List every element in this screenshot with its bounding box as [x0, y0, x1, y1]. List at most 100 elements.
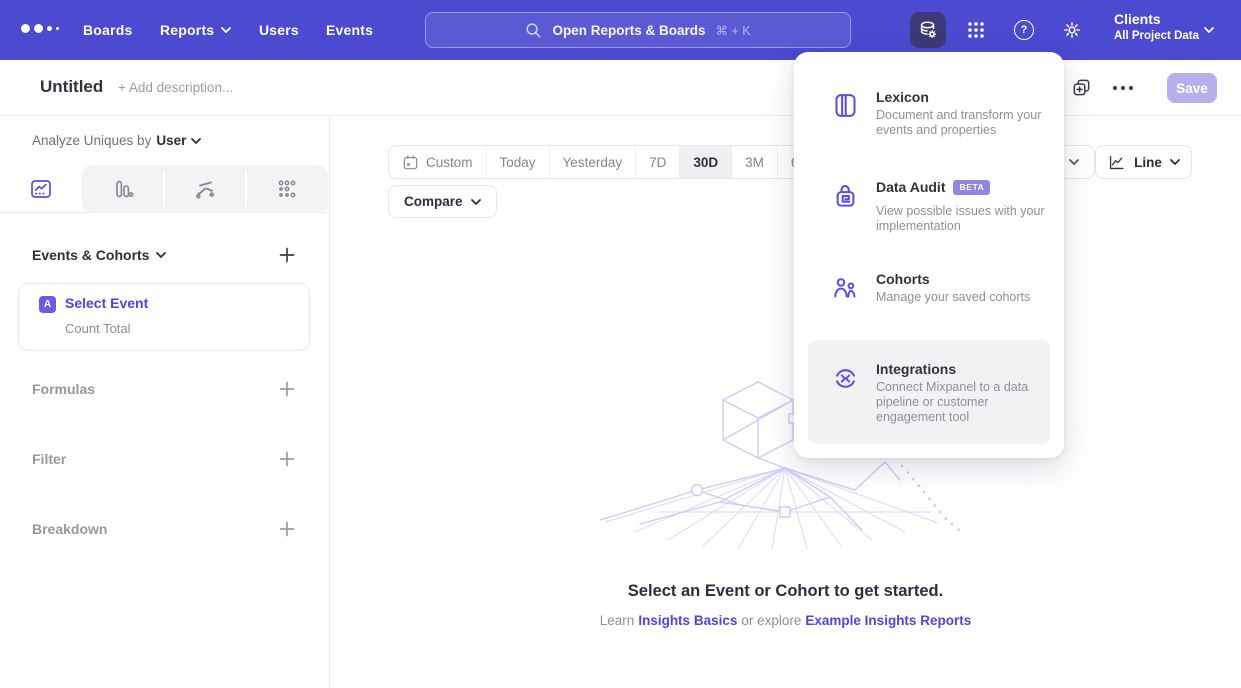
- report-title[interactable]: Untitled: [40, 77, 103, 97]
- or-explore-text: or explore: [741, 613, 801, 628]
- compare-label: Compare: [404, 194, 463, 209]
- calendar-icon: [402, 154, 419, 171]
- help-button[interactable]: ?: [1006, 12, 1042, 48]
- nav-item-reports[interactable]: Reports: [160, 0, 231, 60]
- breakdown-section-label: Breakdown: [32, 521, 107, 537]
- events-cohorts-header[interactable]: Events & Cohorts: [32, 247, 166, 263]
- chevron-down-icon: [1170, 159, 1180, 165]
- date-range-7d[interactable]: 7D: [636, 146, 680, 178]
- date-range-today[interactable]: Today: [487, 146, 550, 178]
- report-canvas: Custom Today Yesterday 7D 30D 3M 6M Comp…: [330, 116, 1241, 688]
- formulas-section-label: Formulas: [32, 381, 95, 397]
- nav-item-boards[interactable]: Boards: [83, 0, 132, 60]
- database-gear-icon: [917, 19, 939, 41]
- chevron-down-icon: [1069, 159, 1079, 165]
- ellipsis-icon: [1121, 86, 1125, 90]
- copy-plus-icon: [1071, 77, 1092, 98]
- nav-item-label: Boards: [83, 0, 132, 60]
- tab-retention[interactable]: [246, 165, 328, 213]
- chevron-down-icon: [471, 199, 481, 205]
- search-icon: [525, 22, 542, 39]
- ellipsis-icon: [1113, 86, 1117, 90]
- date-range-label: Custom: [426, 155, 473, 170]
- book-icon: [832, 92, 859, 119]
- plus-icon: [278, 520, 296, 538]
- date-range-label: 7D: [649, 155, 666, 170]
- event-series-badge: A: [39, 296, 56, 313]
- example-reports-link[interactable]: Example Insights Reports: [805, 613, 971, 628]
- add-description-field[interactable]: + Add description...: [118, 80, 233, 95]
- org-name: Clients: [1114, 11, 1199, 27]
- chevron-down-icon[interactable]: [1204, 27, 1214, 33]
- analyze-value: User: [156, 133, 186, 148]
- nav-item-events[interactable]: Events: [326, 0, 373, 60]
- global-search-input[interactable]: Open Reports & Boards ⌘ + K: [425, 12, 851, 48]
- add-formula-button[interactable]: [278, 380, 296, 398]
- gear-icon: [1061, 19, 1083, 41]
- add-filter-button[interactable]: [278, 450, 296, 468]
- add-breakdown-button[interactable]: [278, 520, 296, 538]
- menu-item-title: Data Audit BETA: [876, 179, 990, 195]
- insights-basics-link[interactable]: Insights Basics: [638, 613, 737, 628]
- tab-insights-selected[interactable]: [0, 165, 82, 213]
- menu-item-description: Manage your saved cohorts: [876, 290, 1058, 305]
- add-event-button[interactable]: [278, 246, 296, 264]
- date-range-custom[interactable]: Custom: [389, 146, 487, 178]
- dot-grid-icon: [276, 178, 298, 200]
- date-range-label: 3M: [745, 155, 764, 170]
- tab-flows[interactable]: [164, 165, 245, 213]
- settings-button[interactable]: [1054, 12, 1090, 48]
- menu-item-title: Integrations: [876, 361, 956, 377]
- select-event-card[interactable]: A Select Event Count Total: [18, 283, 310, 351]
- audit-lock-icon: [832, 182, 859, 209]
- line-chart-icon: [1107, 153, 1126, 172]
- events-cohorts-label: Events & Cohorts: [32, 247, 149, 263]
- menu-item-title: Cohorts: [876, 271, 930, 287]
- more-options-button[interactable]: [1113, 86, 1133, 90]
- line-chart-box-icon: [29, 177, 53, 201]
- apps-grid-button[interactable]: [958, 12, 994, 48]
- people-icon: [832, 274, 859, 301]
- query-sidebar: Analyze Uniques by User: [0, 116, 330, 688]
- bar-chart-icon: [111, 177, 135, 201]
- duplicate-button[interactable]: [1071, 77, 1092, 103]
- date-range-label: Yesterday: [563, 155, 623, 170]
- compare-button[interactable]: Compare: [388, 185, 497, 218]
- tab-bar-chart[interactable]: [82, 165, 164, 213]
- ellipsis-icon: [1129, 86, 1133, 90]
- count-total-label[interactable]: Count Total: [65, 321, 131, 336]
- save-button[interactable]: Save: [1167, 73, 1217, 103]
- empty-state-subtext: Learn Insights Basics or explore Example…: [330, 613, 1241, 628]
- plus-icon: [278, 450, 296, 468]
- question-circle-icon: ?: [1014, 20, 1034, 40]
- search-placeholder: Open Reports & Boards: [552, 23, 705, 38]
- project-name: All Project Data: [1114, 30, 1199, 42]
- chart-type-label: Line: [1134, 155, 1162, 170]
- chart-type-selector[interactable]: Line: [1095, 145, 1192, 179]
- mixpanel-logo-icon[interactable]: [21, 24, 59, 33]
- nav-item-label: Events: [326, 0, 373, 60]
- date-range-label: 30D: [693, 155, 718, 170]
- date-range-30d-selected[interactable]: 30D: [680, 146, 732, 178]
- beta-badge: BETA: [953, 180, 990, 195]
- data-management-menu: Lexicon Document and transform your even…: [794, 52, 1064, 458]
- select-event-label: Select Event: [65, 295, 148, 311]
- analyze-prefix-label: Analyze Uniques by: [32, 133, 151, 148]
- sync-arrows-icon: [832, 365, 859, 392]
- date-range-label: Today: [500, 155, 536, 170]
- date-range-3m[interactable]: 3M: [732, 146, 778, 178]
- nav-item-label: Users: [259, 0, 299, 60]
- chevron-down-icon: [191, 138, 201, 144]
- menu-item-description: Connect Mixpanel to a data pipeline or c…: [876, 380, 1046, 425]
- grid-dots-icon: [966, 20, 986, 40]
- plus-icon: [278, 380, 296, 398]
- nav-item-users[interactable]: Users: [259, 0, 299, 60]
- nav-item-label: Reports: [160, 0, 214, 60]
- search-shortcut: ⌘ + K: [715, 23, 750, 38]
- date-range-yesterday[interactable]: Yesterday: [550, 146, 637, 178]
- top-navbar: Boards Reports Users Events Open Reports…: [0, 0, 1241, 60]
- analyze-uniques-selector[interactable]: Analyze Uniques by User: [32, 133, 201, 148]
- data-management-button[interactable]: [910, 12, 946, 48]
- chevron-down-icon: [221, 27, 231, 33]
- project-switcher[interactable]: Clients All Project Data: [1114, 11, 1199, 42]
